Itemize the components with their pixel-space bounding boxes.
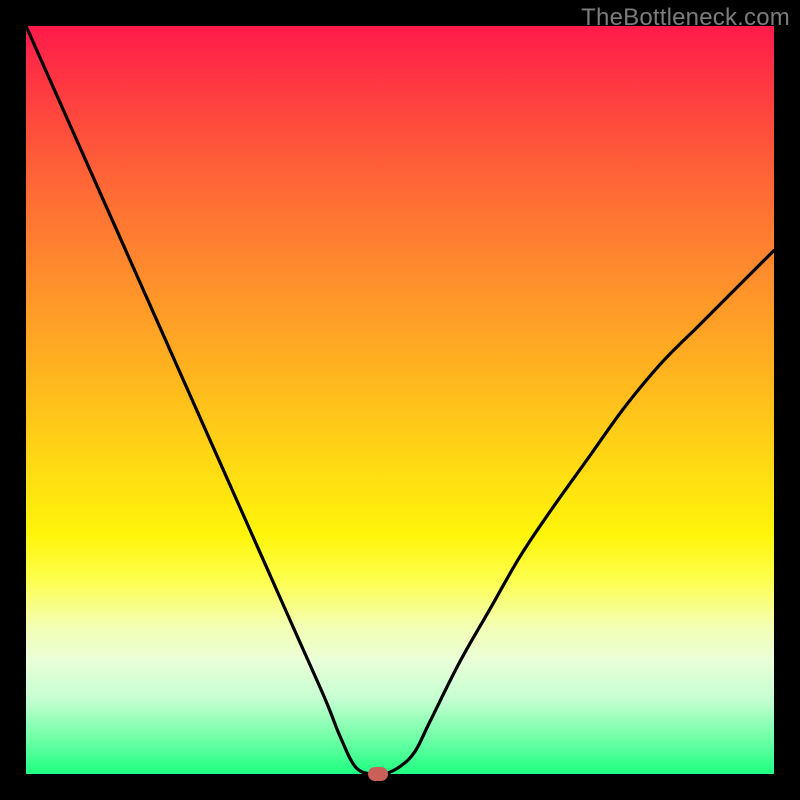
minimum-marker xyxy=(368,767,388,781)
plot-area xyxy=(26,26,774,774)
bottleneck-curve-path xyxy=(26,26,774,774)
watermark-text: TheBottleneck.com xyxy=(581,4,790,32)
curve-svg xyxy=(26,26,774,774)
chart-frame: TheBottleneck.com xyxy=(0,0,800,800)
